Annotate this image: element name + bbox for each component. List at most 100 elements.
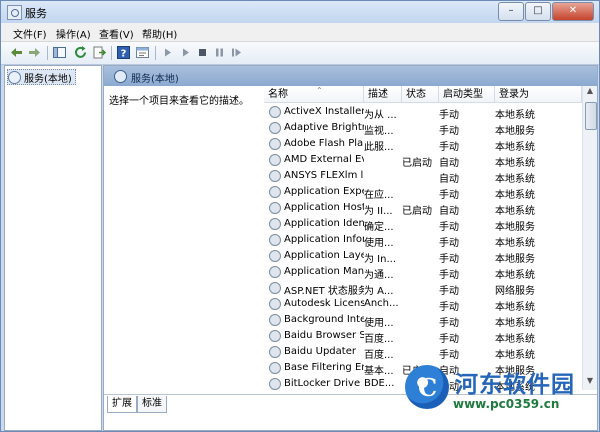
cell-name: Application Man... [284, 266, 364, 277]
cell-logon: 本地服务 [495, 222, 535, 233]
sort-asc-icon: ⌃ [316, 86, 323, 95]
cell-logon: 本地系统 [495, 302, 535, 313]
cell-logon: 本地系统 [495, 334, 535, 345]
cell-name: Application Host... [284, 202, 364, 213]
refresh-icon[interactable] [73, 45, 88, 60]
toolbar: ? [1, 42, 599, 65]
cell-logon: 本地服务 [495, 254, 535, 265]
forward-icon[interactable] [27, 45, 42, 60]
close-button[interactable]: ✕ [552, 2, 594, 21]
maximize-button[interactable]: □ [525, 2, 551, 21]
start-alt-icon[interactable] [178, 45, 193, 60]
table-row[interactable]: Adobe Flash Pla... 此服... 手动 本地系统 [264, 136, 584, 153]
cell-desc: 为 II... [364, 206, 393, 217]
cell-startup: 手动 [439, 350, 459, 361]
cell-startup: 手动 [439, 222, 459, 233]
tab-standard[interactable]: 标准 [137, 396, 167, 413]
tree-pane: 服务(本地) [4, 65, 102, 431]
table-row[interactable]: ActiveX Installer ...为从 ... 手动 本地系统 [264, 104, 584, 121]
service-gear-icon [269, 234, 281, 246]
service-gear-icon [269, 314, 281, 326]
table-row[interactable]: Application Expe...在应... 手动 本地系统 [264, 184, 584, 201]
table-row[interactable]: ANSYS FLEXlm li... 自动 本地系统 [264, 168, 584, 185]
service-gear-icon [269, 250, 281, 262]
column-header-startup-type[interactable]: 启动类型 [439, 86, 495, 103]
menu-file[interactable]: 文件(F) [13, 26, 47, 41]
column-header-status[interactable]: 状态 [402, 86, 439, 103]
service-gear-icon [269, 362, 281, 374]
service-gear-icon [269, 122, 281, 134]
table-row[interactable]: AMD External Ev... 已启动自动 本地系统 [264, 152, 584, 169]
cell-desc: 基本... [364, 366, 394, 377]
back-icon[interactable] [9, 45, 24, 60]
column-header-logon-as[interactable]: 登录为 [495, 86, 582, 103]
table-row[interactable]: Baidu Browser S...百度... 手动 本地系统 [264, 328, 584, 345]
table-row[interactable]: Application Laye...为 In... 手动 本地服务 [264, 248, 584, 265]
column-header-name[interactable]: 名称 ⌃ [264, 86, 364, 103]
cell-startup: 手动 [439, 254, 459, 265]
start-icon[interactable] [160, 45, 175, 60]
service-rows: ActiveX Installer ...为从 ...手动本地系统Adaptiv… [264, 104, 584, 393]
cell-name: Adobe Flash Pla... [284, 138, 364, 149]
title-bar[interactable]: 服务 – □ ✕ [1, 1, 599, 23]
properties-icon[interactable] [135, 45, 150, 60]
service-gear-icon [269, 186, 281, 198]
cell-desc: 在应... [364, 190, 394, 201]
help-icon[interactable]: ? [116, 45, 131, 60]
cell-desc: BDE... [364, 378, 395, 389]
tab-extended[interactable]: 扩展 [107, 396, 137, 413]
stop-icon[interactable] [195, 45, 210, 60]
cell-desc: 为从 ... [364, 110, 397, 121]
restart-icon[interactable] [229, 45, 244, 60]
service-gear-icon [269, 138, 281, 150]
services-app-icon [7, 5, 22, 20]
cell-logon: 本地系统 [495, 110, 535, 121]
minimize-button[interactable]: – [498, 2, 524, 21]
cell-startup: 手动 [439, 126, 459, 137]
table-row[interactable]: Application Host...为 II... 已启动自动 本地系统 [264, 200, 584, 217]
column-header-description[interactable]: 描述 [364, 86, 402, 103]
cell-startup: 手动 [439, 334, 459, 345]
cell-name: Baidu Browser S... [284, 330, 364, 341]
services-icon [8, 70, 21, 84]
table-row[interactable]: Application Man...为通... 手动 本地系统 [264, 264, 584, 281]
cell-name: AMD External Ev... [284, 154, 364, 165]
export-icon[interactable] [92, 45, 107, 60]
cell-desc: Anch... [364, 298, 399, 309]
cell-logon: 本地系统 [495, 238, 535, 249]
cell-logon: 本地系统 [495, 142, 535, 153]
table-row[interactable]: ASP.NET 状态服务为 A... 手动 网络服务 [264, 280, 584, 297]
cell-logon: 本地系统 [495, 318, 535, 329]
menu-view[interactable]: 查看(V) [99, 26, 134, 41]
pane-title: 服务(本地) [131, 74, 179, 85]
cell-name: ASP.NET 状态服务 [284, 286, 364, 297]
vertical-scrollbar[interactable]: ▲ ▼ [582, 86, 597, 390]
watermark-url: www.pc0359.cn [453, 397, 560, 411]
table-row[interactable]: Adaptive Brightn...监视... 手动 本地服务 [264, 120, 584, 137]
menu-help[interactable]: 帮助(H) [142, 26, 177, 41]
pause-icon[interactable] [212, 45, 227, 60]
services-list: 名称⌃ 描述 状态 启动类型 登录为 ActiveX Installer ...… [264, 86, 597, 393]
cell-startup: 自动 [439, 174, 459, 185]
service-gear-icon [269, 298, 281, 310]
cell-desc: 为通... [364, 270, 394, 281]
table-row[interactable]: Background Inte...使用... 手动 本地系统 [264, 312, 584, 329]
scroll-thumb[interactable] [585, 102, 597, 130]
table-row[interactable]: Application Iden...确定... 手动 本地服务 [264, 216, 584, 233]
cell-logon: 本地系统 [495, 270, 535, 281]
cell-logon: 本地服务 [495, 126, 535, 137]
cell-status: 已启动 [402, 206, 432, 217]
scroll-up-icon[interactable]: ▲ [584, 86, 596, 100]
show-tree-icon[interactable] [52, 45, 67, 60]
table-row[interactable]: Baidu Updater 百度... 手动 本地系统 [264, 344, 584, 361]
services-window: 服务 – □ ✕ 文件(F) 操作(A) 查看(V) 帮助(H) ? 服务(本地… [0, 0, 600, 432]
tree-item-local-services[interactable]: 服务(本地) [7, 69, 76, 85]
table-row[interactable]: Autodesk Licensi...Anch... 手动 本地系统 [264, 296, 584, 313]
window-title: 服务 [25, 7, 47, 20]
cell-startup: 手动 [439, 270, 459, 281]
menu-action[interactable]: 操作(A) [56, 26, 91, 41]
services-icon [114, 70, 127, 83]
cell-name: BitLocker Drive ... [284, 378, 364, 389]
table-row[interactable]: Application Infor...使用... 手动 本地系统 [264, 232, 584, 249]
cell-startup: 手动 [439, 142, 459, 153]
